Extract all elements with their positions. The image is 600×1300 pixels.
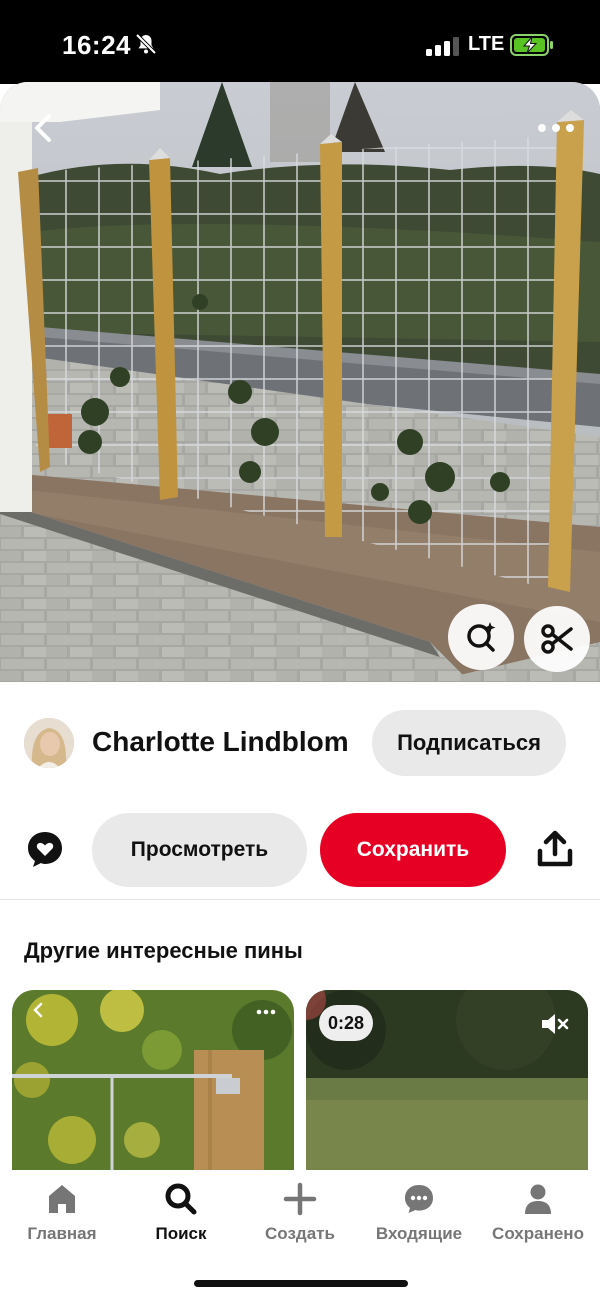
nav-home[interactable]: Главная: [2, 1182, 122, 1252]
chat-icon: [405, 1185, 433, 1213]
status-bar: 16:24 LTE: [0, 0, 600, 84]
cutout-icon: [541, 624, 573, 654]
nav-create[interactable]: Создать: [240, 1182, 360, 1252]
share-icon[interactable]: [536, 830, 574, 868]
chevron-left-icon: [33, 1002, 43, 1018]
divider: [0, 899, 600, 900]
author-name[interactable]: Charlotte Lindblom: [92, 726, 349, 758]
nav-search-label: Поиск: [155, 1224, 207, 1243]
nav-inbox-label: Входящие: [375, 1224, 463, 1243]
pin-detail-screen: 16:24 LTE Charlotte Lindblom Подписаться…: [0, 0, 600, 1300]
visual-search-icon: [467, 622, 496, 652]
home-icon: [49, 1185, 75, 1213]
save-button[interactable]: Сохранить: [320, 813, 506, 887]
cutout-button[interactable]: [524, 606, 590, 672]
view-button[interactable]: Просмотреть: [92, 813, 307, 887]
nav-inbox[interactable]: Входящие: [359, 1182, 479, 1252]
plus-icon: [283, 1182, 317, 1216]
nav-create-label: Создать: [265, 1224, 335, 1243]
nav-search[interactable]: Поиск: [121, 1182, 241, 1252]
mute-icon[interactable]: [540, 1012, 570, 1036]
avatar[interactable]: [24, 718, 74, 768]
back-icon[interactable]: [28, 112, 60, 144]
nav-saved[interactable]: Сохранено: [478, 1182, 598, 1252]
more-pins-title: Другие интересные пины: [24, 938, 303, 963]
pin-card[interactable]: [12, 990, 294, 1190]
garden-trellis-photo: [0, 82, 600, 682]
more-icon[interactable]: [536, 118, 576, 138]
pin-image[interactable]: [0, 82, 600, 682]
home-indicator: [194, 1280, 408, 1287]
profile-icon: [525, 1184, 551, 1214]
signal-icon: [426, 37, 459, 56]
battery-charging-icon: [510, 34, 553, 56]
comment-icon[interactable]: [26, 830, 64, 868]
pin-card-image: [12, 990, 294, 1190]
bell-off-icon: [135, 33, 157, 55]
status-time: 16:24: [62, 30, 131, 60]
pin-card-video[interactable]: 0:28: [306, 990, 588, 1190]
more-icon[interactable]: [256, 1008, 276, 1016]
network-type: LTE: [468, 33, 505, 55]
search-icon: [165, 1183, 197, 1215]
video-duration: 0:28: [319, 1005, 374, 1041]
follow-button[interactable]: Подписаться: [372, 710, 566, 776]
avatar-image: [24, 718, 74, 768]
nav-home-label: Главная: [27, 1224, 97, 1243]
visual-search-button[interactable]: [448, 604, 514, 670]
nav-saved-label: Сохранено: [492, 1224, 584, 1243]
